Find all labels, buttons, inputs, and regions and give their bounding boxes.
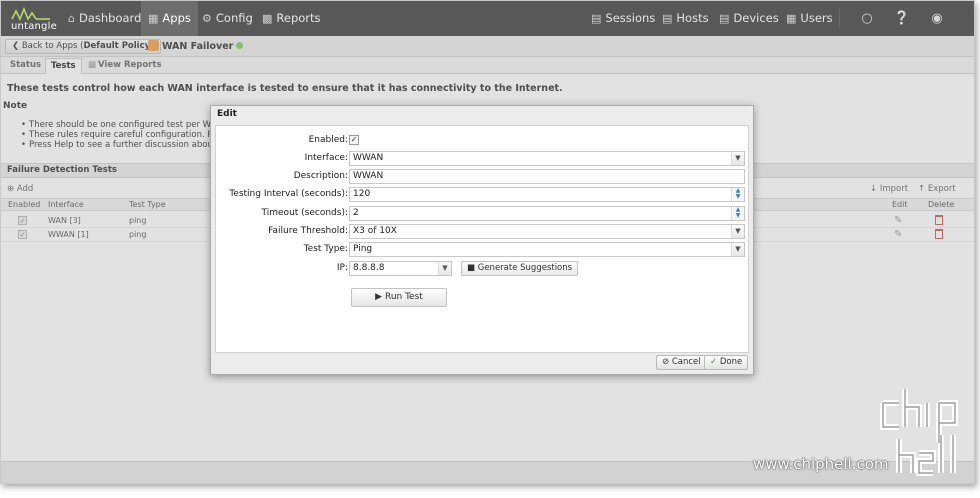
logo-text: untangle	[11, 21, 57, 32]
enabled-label: Enabled:	[308, 135, 348, 145]
generate-label: Generate Suggestions	[477, 263, 573, 273]
grid-icon: ▦	[148, 12, 159, 25]
nav-sessions[interactable]: ▤ Sessions	[584, 1, 662, 36]
enabled-checkbox[interactable]: ✓	[349, 135, 359, 145]
nav-dashboard[interactable]: ⌂ Dashboard	[61, 1, 148, 36]
ip-value: 8.8.8.8	[353, 263, 385, 273]
generate-suggestions-button[interactable]: ■ Generate Suggestions	[461, 261, 579, 276]
run-test-button[interactable]: ▶ Run Test	[351, 288, 447, 307]
done-button[interactable]: ✓ Done	[704, 355, 749, 370]
gear-icon: ⚙	[202, 12, 212, 25]
interface-select[interactable]: WWAN ▼	[349, 151, 745, 166]
nav-apps-label: Apps	[162, 11, 191, 25]
chevron-down-icon[interactable]: ▼	[731, 152, 744, 165]
top-nav: untangle ⌂ Dashboard ▦ Apps ⚙ Config ▩ Repor…	[1, 1, 974, 36]
nav-dashboard-label: Dashboard	[78, 11, 142, 25]
interface-value: WWAN	[353, 153, 384, 163]
suggest-icon: ■	[467, 263, 476, 273]
threshold-row: Failure Threshold: X3 of 10X ▼	[216, 224, 750, 239]
lightbulb-icon[interactable]: ○	[852, 1, 882, 36]
nav-apps[interactable]: ▦ Apps	[141, 1, 198, 36]
chevron-down-icon[interactable]: ▼	[438, 262, 451, 275]
test-type-label: Test Type:	[303, 244, 348, 254]
nav-users[interactable]: ▦ Users	[779, 1, 840, 36]
ip-combo[interactable]: 8.8.8.8 ▼	[349, 261, 452, 276]
interval-label: Testing Interval (seconds):	[229, 189, 348, 199]
threshold-select[interactable]: X3 of 10X ▼	[349, 224, 745, 239]
description-row: Description: WWAN	[216, 169, 750, 184]
done-label: Done	[719, 357, 743, 367]
spinner-arrows-icon[interactable]: ▲ ▼	[731, 207, 744, 220]
test-type-select[interactable]: Ping ▼	[349, 242, 745, 257]
nav-separator	[839, 9, 840, 28]
interval-spinner[interactable]: 120 ▲ ▼	[349, 187, 745, 202]
users-icon: ▦	[786, 12, 797, 25]
home-icon: ⌂	[68, 12, 75, 25]
timeout-value: 2	[353, 208, 359, 218]
interface-label: Interface:	[304, 153, 348, 163]
cancel-button[interactable]: ⊘ Cancel	[656, 355, 707, 370]
interface-row: Interface: WWAN ▼	[216, 151, 750, 166]
app-window: untangle ⌂ Dashboard ▦ Apps ⚙ Config ▩ Repor…	[0, 0, 975, 484]
nav-devices[interactable]: ▤ Devices	[712, 1, 786, 36]
timeout-label: Timeout (seconds):	[261, 208, 348, 218]
chart-icon: ▩	[262, 12, 273, 25]
hosts-icon: ▤	[662, 12, 673, 25]
nav-sessions-label: Sessions	[605, 11, 656, 25]
untangle-logo[interactable]: untangle	[9, 5, 57, 33]
nav-config[interactable]: ⚙ Config	[195, 1, 260, 36]
nav-hosts[interactable]: ▤ Hosts	[655, 1, 716, 36]
dialog-body: Enabled: ✓ Interface: WWAN ▼ Description…	[215, 125, 749, 353]
devices-icon: ▤	[719, 12, 730, 25]
chevron-down-icon[interactable]: ▼	[731, 225, 744, 238]
timeout-spinner[interactable]: 2 ▲ ▼	[349, 206, 745, 221]
ip-row: IP: 8.8.8.8 ▼ ■ Generate Suggestions	[216, 261, 750, 276]
check-icon: ✓	[710, 357, 718, 367]
play-icon: ▶	[375, 292, 383, 302]
cancel-icon: ⊘	[662, 357, 670, 367]
dialog-title: Edit	[217, 109, 237, 119]
nav-users-label: Users	[800, 11, 833, 25]
nav-config-label: Config	[215, 11, 253, 25]
nav-reports[interactable]: ▩ Reports	[255, 1, 328, 36]
watermark-text: www.chiphell.com	[753, 455, 889, 473]
description-value: WWAN	[353, 171, 384, 181]
ip-label: IP:	[336, 263, 348, 273]
threshold-value: X3 of 10X	[353, 226, 397, 236]
interval-value: 120	[353, 189, 371, 199]
description-label: Description:	[293, 171, 348, 181]
cancel-label: Cancel	[671, 357, 701, 367]
interval-row: Testing Interval (seconds): 120 ▲ ▼	[216, 187, 750, 202]
nav-reports-label: Reports	[276, 11, 321, 25]
account-icon[interactable]: ◉	[922, 1, 952, 36]
enabled-row: Enabled: ✓	[216, 133, 750, 148]
description-field[interactable]: WWAN	[349, 169, 745, 184]
nav-hosts-label: Hosts	[676, 11, 709, 25]
threshold-label: Failure Threshold:	[268, 226, 348, 236]
watermark-logo	[880, 389, 958, 476]
edit-dialog: Edit Enabled: ✓ Interface: WWAN ▼ Descri…	[210, 105, 754, 375]
test-type-row: Test Type: Ping ▼	[216, 242, 750, 257]
help-icon[interactable]: ❔	[887, 1, 917, 36]
test-type-value: Ping	[353, 244, 373, 254]
chevron-down-icon[interactable]: ▼	[731, 243, 744, 256]
run-test-label: Run Test	[384, 292, 423, 302]
sessions-icon: ▤	[591, 12, 602, 25]
spinner-arrows-icon[interactable]: ▲ ▼	[731, 188, 744, 201]
timeout-row: Timeout (seconds): 2 ▲ ▼	[216, 206, 750, 221]
nav-devices-label: Devices	[733, 11, 779, 25]
logo-wave-icon	[11, 7, 50, 21]
